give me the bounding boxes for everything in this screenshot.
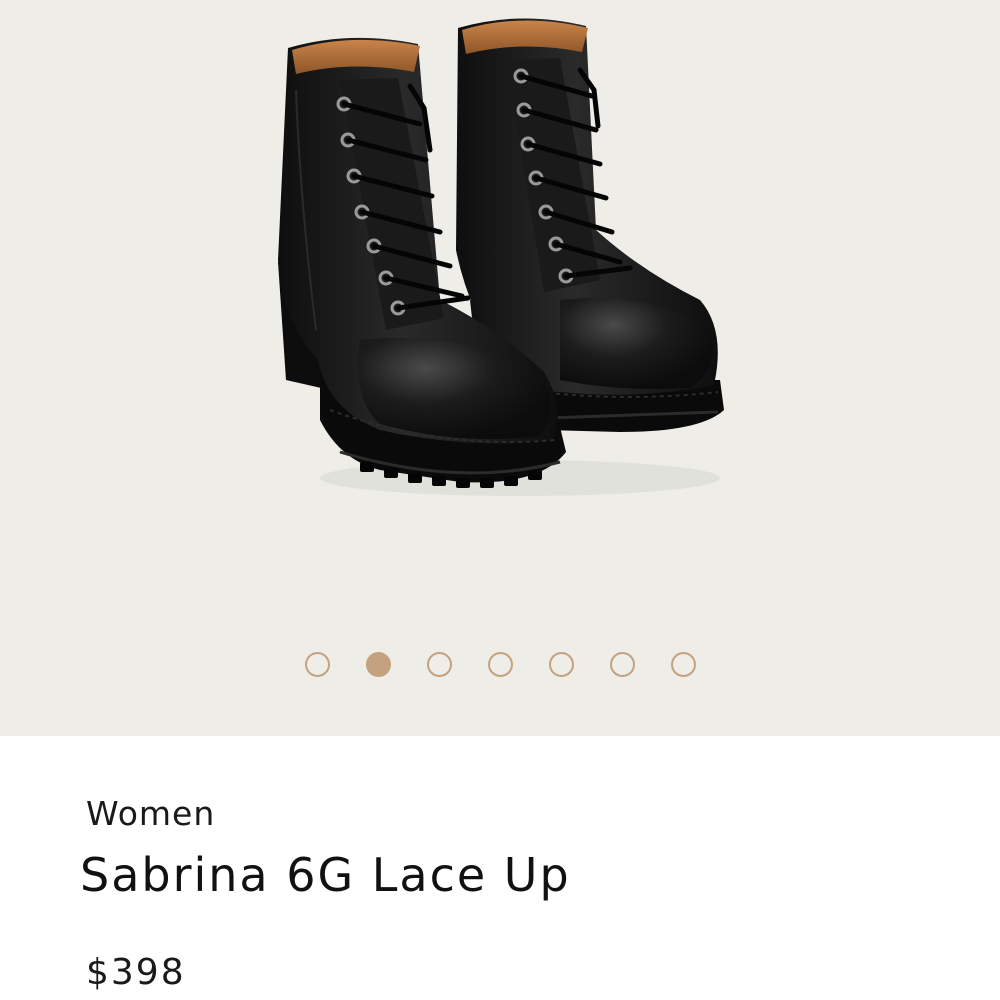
gallery-dot-2[interactable] [365,651,391,677]
product-title: Sabrina 6G Lace Up [80,848,571,902]
product-image-gallery[interactable] [0,0,1000,736]
product-image[interactable] [0,0,1000,640]
gallery-dot-1[interactable] [304,651,330,677]
product-info: Women Sabrina 6G Lace Up $398 [0,736,1000,1000]
gallery-dot-3[interactable] [426,651,452,677]
gallery-dot-5[interactable] [548,651,574,677]
product-page: Women Sabrina 6G Lace Up $398 [0,0,1000,1000]
gallery-dot-7[interactable] [670,651,696,677]
product-category[interactable]: Women [86,794,215,833]
gallery-dot-6[interactable] [609,651,635,677]
gallery-dot-4[interactable] [487,651,513,677]
gallery-pagination [0,649,1000,679]
product-price: $398 [86,952,186,993]
